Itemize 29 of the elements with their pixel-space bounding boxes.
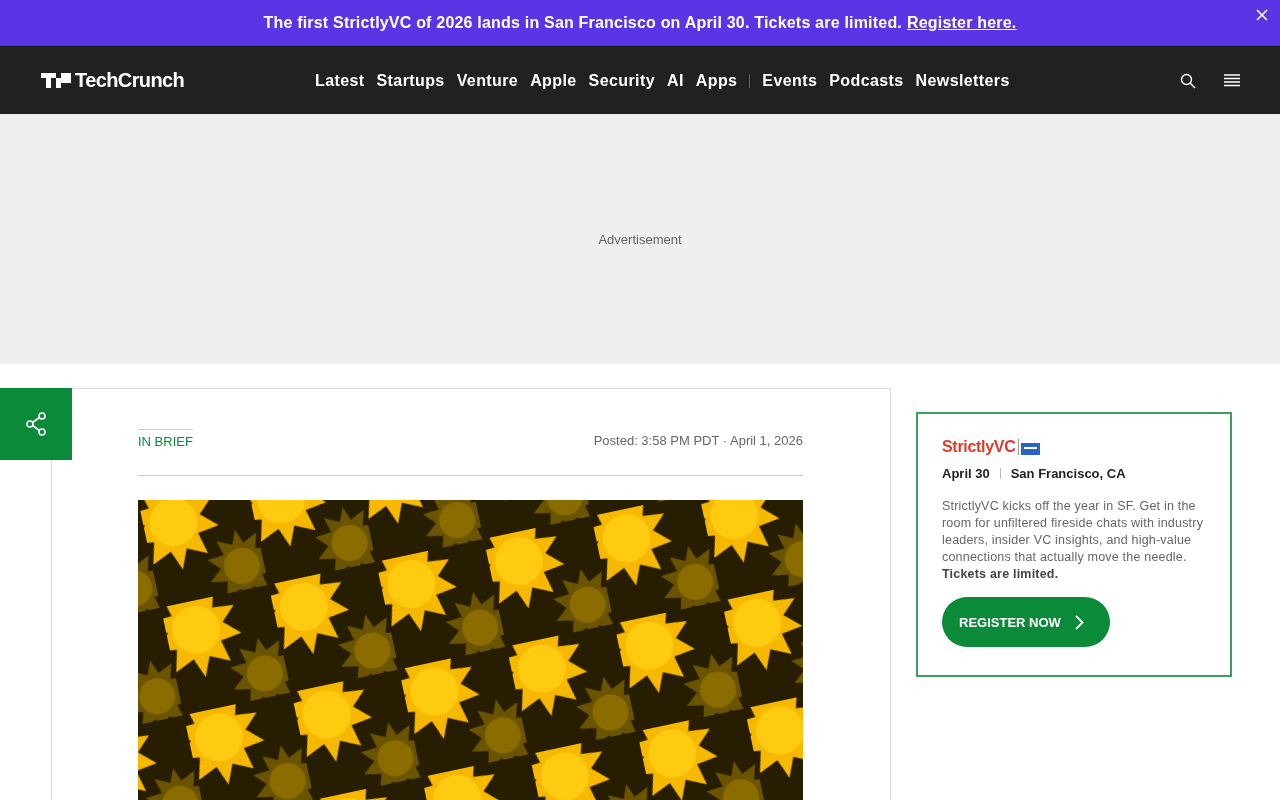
advertisement-label: Advertisement [598, 231, 682, 247]
share-button[interactable] [0, 388, 72, 460]
event-date: April 30 [942, 466, 990, 481]
event-location: San Francisco, CA [1010, 466, 1126, 481]
nav-link[interactable]: Podcasts [829, 71, 904, 90]
share-icon [25, 412, 47, 436]
register-now-button[interactable]: REGISTER NOW [942, 597, 1110, 647]
nav-link[interactable]: Apple [530, 71, 577, 90]
search-icon[interactable] [1180, 72, 1196, 89]
nav-link[interactable]: Venture [456, 71, 519, 90]
nav-link[interactable]: AI [666, 71, 684, 90]
techcrunch-logo[interactable]: TechCrunch [75, 69, 185, 92]
nav-link[interactable]: Latest [315, 71, 365, 90]
chevron-right-icon [1074, 614, 1084, 630]
sponsor-badge-icon [1018, 439, 1041, 455]
nav-link[interactable]: Startups [376, 71, 445, 90]
nav-link[interactable]: Events [762, 71, 818, 90]
category-link[interactable]: IN BRIEF [138, 429, 193, 449]
event-description: StrictlyVC kicks off the year in SF. Get in the room for unfiltered fireside chats with industry leaders, insider VC insights, and high-value connections that actually move the needle. Tickets are limited. [942, 498, 1205, 583]
nav-link[interactable]: Apps [695, 71, 738, 90]
announcement-text: The first StrictlyVC of 2026 lands in San Francisco on April 30. Tickets are limited. [263, 14, 902, 32]
logo-mark-icon [41, 73, 71, 88]
register-link[interactable]: Register here. [907, 14, 1017, 32]
close-icon[interactable] [1254, 7, 1270, 23]
nav-link[interactable]: Newsletters [915, 71, 1010, 90]
menu-icon[interactable] [1224, 73, 1240, 88]
posted-date: Posted: 3:58 PM PDT · April 1, 2026 [593, 433, 803, 448]
nav-link[interactable]: Security [588, 71, 655, 90]
strictlyvc-logo: StrictlyVC [942, 438, 1016, 456]
